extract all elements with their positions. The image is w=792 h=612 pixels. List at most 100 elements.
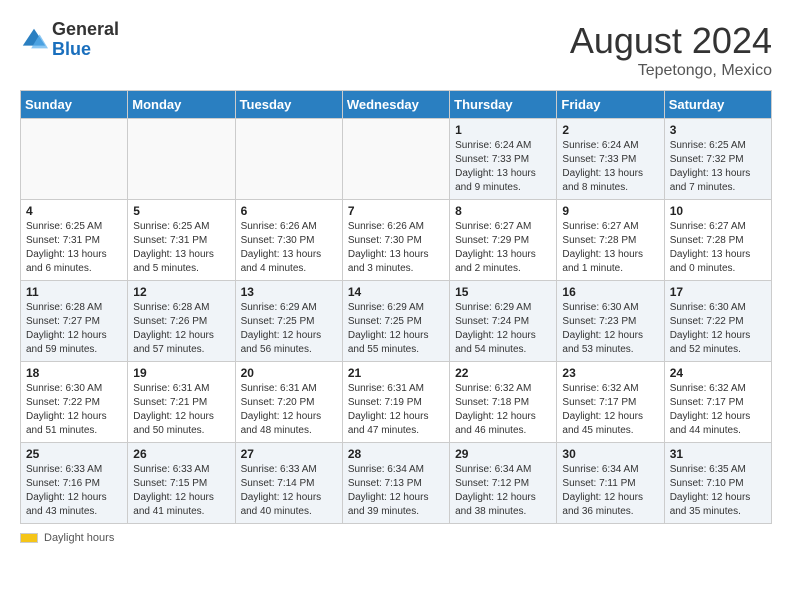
day-info: Sunrise: 6:25 AM Sunset: 7:31 PM Dayligh… (133, 220, 229, 276)
calendar-day-cell (21, 119, 128, 200)
logo-blue-text: Blue (52, 39, 91, 59)
day-number: 31 (670, 447, 766, 461)
calendar-header-row: SundayMondayTuesdayWednesdayThursdayFrid… (21, 91, 772, 119)
calendar-day-header: Friday (557, 91, 664, 119)
calendar-day-cell: 7Sunrise: 6:26 AM Sunset: 7:30 PM Daylig… (342, 200, 449, 281)
day-number: 9 (562, 204, 658, 218)
calendar-day-cell: 27Sunrise: 6:33 AM Sunset: 7:14 PM Dayli… (235, 443, 342, 524)
logo-general-text: General (52, 19, 119, 39)
day-number: 10 (670, 204, 766, 218)
calendar-day-cell: 23 Sunrise: 6:32 AM Sunset: 7:17 PM Dayli… (557, 362, 664, 443)
day-info: Sunrise: 6:30 AM Sunset: 7:22 PM Dayligh… (670, 301, 766, 357)
calendar-day-cell: 18Sunrise: 6:30 AM Sunset: 7:22 PM Dayli… (21, 362, 128, 443)
title-block: August 2024 Tepetongo, Mexico (570, 20, 772, 80)
calendar-footer: Daylight hours (20, 532, 772, 544)
page-header: General Blue August 2024 Tepetongo, Mexi… (20, 20, 772, 80)
day-number: 24 (670, 366, 766, 380)
calendar-day-header: Wednesday (342, 91, 449, 119)
day-info: Sunrise: 6:26 AM Sunset: 7:30 PM Dayligh… (241, 220, 337, 276)
calendar-day-cell: 14Sunrise: 6:29 AM Sunset: 7:25 PM Dayli… (342, 281, 449, 362)
calendar-day-cell: 10 Sunrise: 6:27 AM Sunset: 7:28 PM Dayli… (664, 200, 771, 281)
month-title: August 2024 (570, 20, 772, 62)
calendar-day-cell (235, 119, 342, 200)
day-info: Sunrise: 6:25 AM Sunset: 7:31 PM Dayligh… (26, 220, 122, 276)
day-number: 23 (562, 366, 658, 380)
day-number: 11 (26, 285, 122, 299)
day-number: 15 (455, 285, 551, 299)
calendar-day-cell: 4 Sunrise: 6:25 AM Sunset: 7:31 PM Daylig… (21, 200, 128, 281)
day-number: 18 (26, 366, 122, 380)
day-number: 19 (133, 366, 229, 380)
day-info: Sunrise: 6:29 AM Sunset: 7:25 PM Dayligh… (348, 301, 444, 357)
day-info: Sunrise: 6:27 AM Sunset: 7:28 PM Dayligh… (670, 220, 766, 276)
day-info: Sunrise: 6:34 AM Sunset: 7:13 PM Dayligh… (348, 463, 444, 519)
day-info: Sunrise: 6:25 AM Sunset: 7:32 PM Dayligh… (670, 139, 766, 195)
day-info: Sunrise: 6:24 AM Sunset: 7:33 PM Dayligh… (455, 139, 551, 195)
calendar-table: SundayMondayTuesdayWednesdayThursdayFrid… (20, 90, 772, 524)
day-info: Sunrise: 6:27 AM Sunset: 7:28 PM Dayligh… (562, 220, 658, 276)
calendar-day-cell: 24Sunrise: 6:32 AM Sunset: 7:17 PM Dayli… (664, 362, 771, 443)
calendar-day-cell: 5 Sunrise: 6:25 AM Sunset: 7:31 PM Daylig… (128, 200, 235, 281)
day-number: 29 (455, 447, 551, 461)
day-info: Sunrise: 6:32 AM Sunset: 7:17 PM Dayligh… (562, 382, 658, 438)
calendar-day-cell: 15Sunrise: 6:29 AM Sunset: 7:24 PM Dayli… (450, 281, 557, 362)
day-number: 16 (562, 285, 658, 299)
day-number: 1 (455, 123, 551, 137)
calendar-week-row: 25 Sunrise: 6:33 AM Sunset: 7:16 PM Dayli… (21, 443, 772, 524)
calendar-day-cell: 2Sunrise: 6:24 AM Sunset: 7:33 PM Daylig… (557, 119, 664, 200)
calendar-day-cell (342, 119, 449, 200)
day-info: Sunrise: 6:31 AM Sunset: 7:21 PM Dayligh… (133, 382, 229, 438)
calendar-day-cell: 28 Sunrise: 6:34 AM Sunset: 7:13 PM Dayli… (342, 443, 449, 524)
calendar-day-cell: 1 Sunrise: 6:24 AM Sunset: 7:33 PM Daylig… (450, 119, 557, 200)
day-info: Sunrise: 6:34 AM Sunset: 7:12 PM Dayligh… (455, 463, 551, 519)
day-info: Sunrise: 6:28 AM Sunset: 7:27 PM Dayligh… (26, 301, 122, 357)
calendar-day-cell: 8Sunrise: 6:27 AM Sunset: 7:29 PM Daylig… (450, 200, 557, 281)
day-number: 21 (348, 366, 444, 380)
logo-icon (20, 26, 48, 54)
calendar-day-cell: 3 Sunrise: 6:25 AM Sunset: 7:32 PM Daylig… (664, 119, 771, 200)
day-number: 28 (348, 447, 444, 461)
calendar-day-cell: 12 Sunrise: 6:28 AM Sunset: 7:26 PM Dayli… (128, 281, 235, 362)
day-number: 20 (241, 366, 337, 380)
calendar-day-cell: 19 Sunrise: 6:31 AM Sunset: 7:21 PM Dayli… (128, 362, 235, 443)
calendar-day-header: Saturday (664, 91, 771, 119)
day-number: 25 (26, 447, 122, 461)
calendar-day-cell: 29 Sunrise: 6:34 AM Sunset: 7:12 PM Dayli… (450, 443, 557, 524)
day-info: Sunrise: 6:34 AM Sunset: 7:11 PM Dayligh… (562, 463, 658, 519)
day-info: Sunrise: 6:32 AM Sunset: 7:18 PM Dayligh… (455, 382, 551, 438)
day-info: Sunrise: 6:33 AM Sunset: 7:14 PM Dayligh… (241, 463, 337, 519)
logo: General Blue (20, 20, 119, 60)
calendar-day-header: Monday (128, 91, 235, 119)
day-info: Sunrise: 6:28 AM Sunset: 7:26 PM Dayligh… (133, 301, 229, 357)
calendar-day-cell: 13Sunrise: 6:29 AM Sunset: 7:25 PM Dayli… (235, 281, 342, 362)
calendar-week-row: 1 Sunrise: 6:24 AM Sunset: 7:33 PM Daylig… (21, 119, 772, 200)
calendar-day-cell: 11 Sunrise: 6:28 AM Sunset: 7:27 PM Dayli… (21, 281, 128, 362)
day-info: Sunrise: 6:24 AM Sunset: 7:33 PM Dayligh… (562, 139, 658, 195)
location-subtitle: Tepetongo, Mexico (570, 62, 772, 80)
day-info: Sunrise: 6:26 AM Sunset: 7:30 PM Dayligh… (348, 220, 444, 276)
calendar-day-cell: 16 Sunrise: 6:30 AM Sunset: 7:23 PM Dayli… (557, 281, 664, 362)
day-number: 5 (133, 204, 229, 218)
day-number: 3 (670, 123, 766, 137)
day-number: 17 (670, 285, 766, 299)
calendar-day-header: Thursday (450, 91, 557, 119)
day-number: 6 (241, 204, 337, 218)
day-info: Sunrise: 6:33 AM Sunset: 7:15 PM Dayligh… (133, 463, 229, 519)
calendar-day-cell (128, 119, 235, 200)
calendar-day-cell: 31Sunrise: 6:35 AM Sunset: 7:10 PM Dayli… (664, 443, 771, 524)
calendar-day-header: Tuesday (235, 91, 342, 119)
day-number: 4 (26, 204, 122, 218)
day-info: Sunrise: 6:33 AM Sunset: 7:16 PM Dayligh… (26, 463, 122, 519)
day-info: Sunrise: 6:31 AM Sunset: 7:20 PM Dayligh… (241, 382, 337, 438)
calendar-day-cell: 21Sunrise: 6:31 AM Sunset: 7:19 PM Dayli… (342, 362, 449, 443)
day-info: Sunrise: 6:30 AM Sunset: 7:23 PM Dayligh… (562, 301, 658, 357)
calendar-week-row: 11 Sunrise: 6:28 AM Sunset: 7:27 PM Dayli… (21, 281, 772, 362)
day-number: 8 (455, 204, 551, 218)
day-number: 26 (133, 447, 229, 461)
daylight-bar-icon (20, 533, 38, 543)
day-number: 30 (562, 447, 658, 461)
calendar-day-cell: 30 Sunrise: 6:34 AM Sunset: 7:11 PM Dayli… (557, 443, 664, 524)
day-number: 12 (133, 285, 229, 299)
day-number: 13 (241, 285, 337, 299)
calendar-day-cell: 22Sunrise: 6:32 AM Sunset: 7:18 PM Dayli… (450, 362, 557, 443)
